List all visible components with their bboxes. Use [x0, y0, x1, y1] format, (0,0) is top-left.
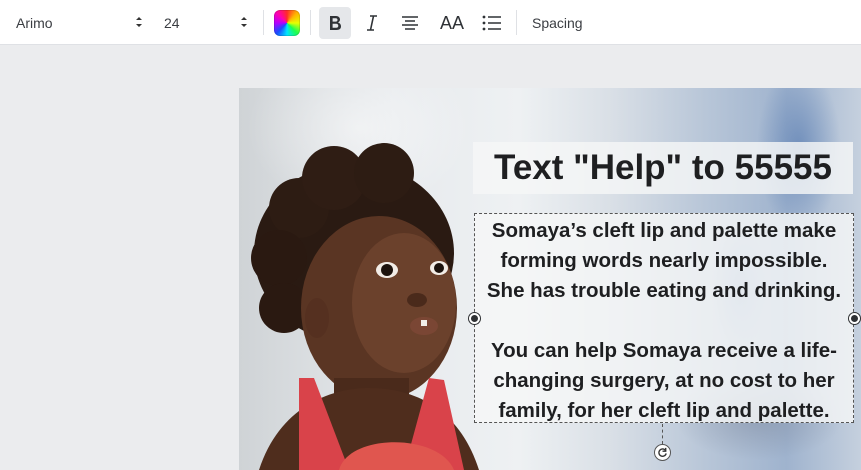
rotate-handle[interactable] [654, 444, 671, 461]
body-paragraph-1: Somaya’s cleft lip and palette make form… [475, 216, 853, 306]
align-center-icon [402, 16, 418, 30]
chevron-updown-icon [241, 17, 247, 27]
font-family-value: Arimo [16, 14, 53, 31]
color-palette-icon [274, 9, 300, 36]
resize-handle-right[interactable] [849, 313, 860, 324]
body-line: forming words nearly impossible. [500, 249, 828, 272]
spacing-button[interactable]: Spacing [532, 0, 583, 45]
bold-button[interactable] [319, 7, 351, 39]
body-paragraph-2: You can help Somaya receive a life- chan… [475, 336, 853, 426]
italic-button[interactable] [356, 7, 388, 39]
font-size-select[interactable]: 24 [150, 0, 255, 45]
rotate-icon [658, 447, 667, 457]
rotate-handle-connector [662, 424, 663, 444]
text-color-button[interactable] [272, 0, 302, 45]
text-case-button[interactable]: AA [435, 7, 469, 39]
headline-text: Text "Help" to 55555 [494, 148, 832, 187]
toolbar-divider [516, 10, 517, 35]
font-size-value: 24 [164, 14, 180, 31]
text-toolbar: Arimo 24 AA Spacing [0, 0, 861, 45]
spacing-label: Spacing [532, 14, 583, 31]
toolbar-divider [263, 10, 264, 35]
body-line: She has trouble eating and drinking. [486, 279, 842, 302]
body-line: Somaya’s cleft lip and palette make [491, 219, 837, 242]
toolbar-divider [310, 10, 311, 35]
list-button[interactable] [476, 7, 508, 39]
bold-icon [330, 16, 341, 30]
align-button[interactable] [394, 7, 426, 39]
resize-handle-left[interactable] [469, 313, 480, 324]
body-line: family, for her cleft lip and palette. [498, 399, 830, 422]
font-family-select[interactable]: Arimo [0, 0, 150, 45]
bullet-list-icon [482, 15, 501, 31]
text-case-label: AA [439, 12, 464, 33]
italic-icon [367, 15, 377, 31]
chevron-updown-icon [136, 17, 142, 27]
body-text-box-selected[interactable]: Somaya’s cleft lip and palette make form… [474, 213, 854, 423]
body-line: changing surgery, at no cost to her [493, 369, 835, 392]
headline-text-box[interactable]: Text "Help" to 55555 [473, 142, 853, 194]
body-line: You can help Somaya receive a life- [491, 339, 837, 362]
